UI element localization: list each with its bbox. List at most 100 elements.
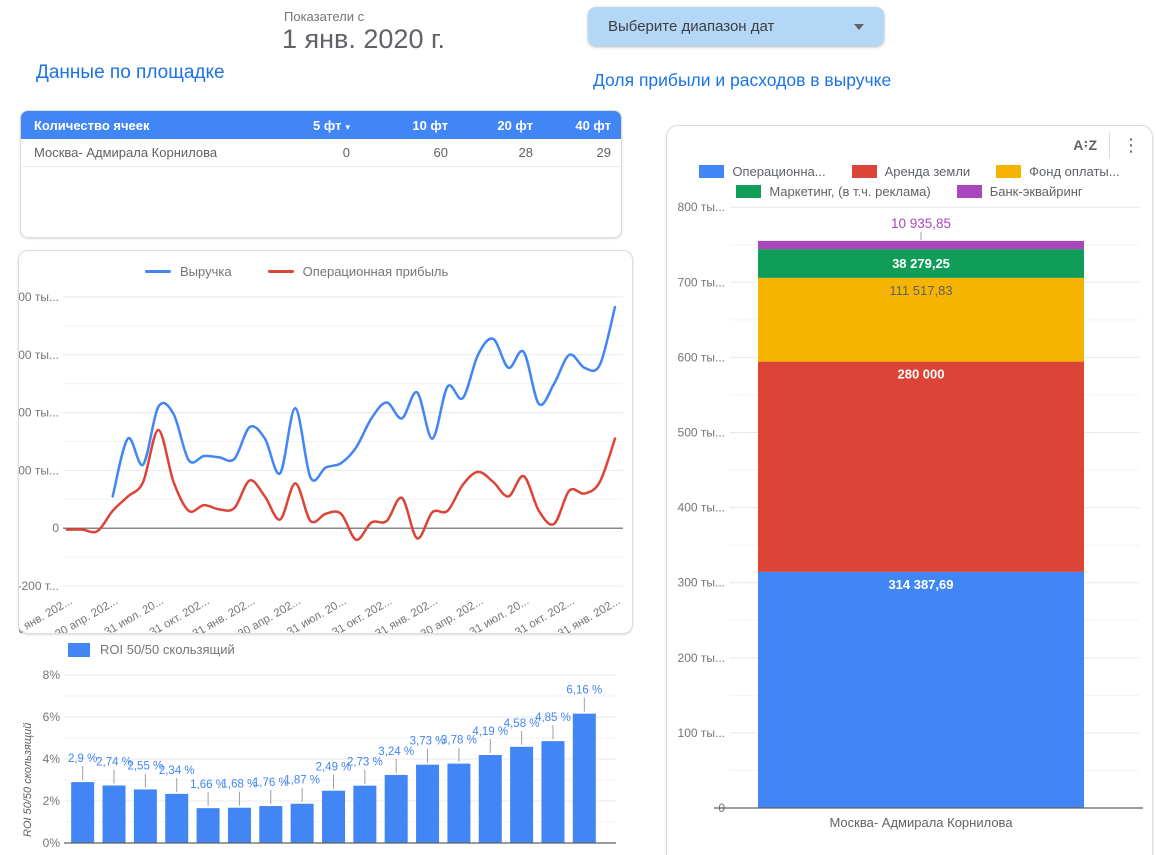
roi-bar-chart[interactable]: 8%6%4%2%0%2,9 %2,74 %2,55 %2,34 %1,66 %1… (20, 637, 636, 855)
table-header-cell[interactable]: Количество ячеек (21, 118, 272, 133)
segment-label: 38 279,25 (892, 256, 950, 271)
segment-label: 111 517,83 (889, 283, 952, 298)
table-header-row: Количество ячеек 5 фт ▾ 10 фт 20 фт 40 фт (21, 111, 621, 139)
roi-bar (290, 803, 314, 843)
roi-legend-swatch (68, 642, 90, 657)
roi-bar (322, 790, 345, 843)
svg-text:6%: 6% (43, 710, 61, 724)
roi-bar (165, 793, 189, 843)
table-header-cell[interactable]: 5 фт ▾ (272, 118, 360, 133)
roi-bar (541, 741, 565, 843)
line-chart-legend: Выручка Операционная прибыль (145, 264, 448, 279)
metrics-date: 1 янв. 2020 г. (282, 24, 446, 54)
x-axis-category-label: Москва- Адмирала Корнилова (829, 815, 1013, 830)
legend-swatch (996, 165, 1022, 178)
section-title-right: Доля прибыли и расходов в выручке (593, 70, 892, 90)
revenue-profit-line-chart[interactable]: 800 ты... 600 ты... 400 ты... 200 ты... 0 -20… (19, 251, 632, 633)
legend-item[interactable]: Выручка (145, 264, 232, 279)
svg-text:600 ты...: 600 ты... (19, 348, 59, 362)
stacked-segment (758, 361, 1084, 572)
roi-bar (133, 789, 157, 843)
svg-text:700 ты...: 700 ты... (678, 275, 725, 289)
table-header-cell[interactable]: 10 фт (360, 118, 458, 133)
legend-item[interactable]: Операционна... (699, 164, 826, 179)
roi-bar (102, 785, 126, 843)
legend-label: Операционна... (732, 164, 826, 179)
roi-bar-label: 2,73 % (347, 757, 383, 769)
svg-text:400 ты...: 400 ты... (678, 501, 725, 515)
roi-legend-item[interactable]: ROI 50/50 скользящий (68, 642, 235, 657)
svg-text:0: 0 (52, 521, 59, 535)
table-row[interactable]: Москва- Адмирала Корнилова 0 60 28 29 (21, 139, 621, 167)
sort-letter-z: Z (1088, 137, 1097, 153)
svg-text:200 ты...: 200 ты... (678, 651, 725, 665)
svg-text:-200 т...: -200 т... (19, 579, 59, 593)
date-range-button[interactable]: Выберите диапазон дат (588, 7, 884, 46)
table-cell-value: 0 (342, 145, 350, 160)
svg-text:100 ты...: 100 ты... (678, 726, 725, 740)
chevron-down-icon (854, 23, 864, 30)
roi-bar (447, 763, 471, 843)
legend-swatch (736, 185, 762, 198)
table-header-cell[interactable]: 40 фт (543, 118, 621, 133)
svg-text:300 ты...: 300 ты... (678, 576, 725, 590)
svg-text:0%: 0% (43, 836, 61, 850)
svg-text:2%: 2% (43, 794, 61, 808)
table-header-cell[interactable]: 20 фт (458, 118, 543, 133)
legend-label: Маркетинг, (в т.ч. реклама) (769, 184, 931, 199)
legend-label: Операционная прибыль (302, 264, 449, 279)
legend-label: Банк-эквайринг (989, 184, 1083, 199)
toolbar-divider (1109, 132, 1110, 158)
legend-item[interactable]: Банк-эквайринг (956, 184, 1083, 199)
stacked-bar-chart[interactable]: 800 ты... 700 ты... 600 ты... 500 ты... 400 … (667, 126, 1152, 855)
legend-line-swatch (267, 270, 294, 273)
roi-bar (510, 746, 534, 843)
roi-legend-label: ROI 50/50 скользящий (100, 642, 235, 657)
legend-swatch (851, 165, 877, 178)
legend-swatch (956, 185, 982, 198)
roi-bar (572, 713, 596, 843)
roi-bar (259, 806, 283, 843)
roi-bar-label: 1,87 % (284, 775, 320, 787)
svg-text:400 ты...: 400 ты... (19, 406, 59, 420)
roi-bar (227, 807, 251, 843)
svg-text:8%: 8% (43, 668, 61, 682)
roi-chart-region: ROI 50/50 скользящий ROI 50/50 скользящи… (20, 637, 636, 855)
sort-az-icon[interactable]: A ▴ ▾ Z (1073, 137, 1097, 153)
sort-arrows-icon: ▴ ▾ (1084, 139, 1088, 150)
table-cell-value: 29 (596, 145, 611, 160)
legend-item[interactable]: Фонд оплаты... (996, 164, 1120, 179)
section-title-left: Данные по площадке (36, 62, 225, 83)
roi-bar-label: 2,9 % (68, 753, 97, 765)
roi-bar (478, 755, 502, 843)
legend-item[interactable]: Операционная прибыль (267, 264, 449, 279)
svg-text:800 ты...: 800 ты... (678, 200, 725, 214)
stacked-segment (758, 571, 1084, 808)
stacked-segment (758, 240, 1084, 250)
series-line (111, 305, 617, 498)
legend-label: Фонд оплаты... (1029, 164, 1120, 179)
legend-item[interactable]: Маркетинг, (в т.ч. реклама) (736, 184, 931, 199)
dashboard: Показатели с 1 янв. 2020 г. Выберите диа… (0, 0, 1156, 855)
roi-bar-label: 3,24 % (378, 746, 414, 758)
roi-bar (416, 764, 440, 843)
svg-text:200 ты...: 200 ты... (19, 463, 59, 477)
table-cell-value: 28 (518, 145, 533, 160)
roi-bar-label: 4,85 % (535, 712, 571, 724)
table-body: Москва- Адмирала Корнилова 0 60 28 29 (21, 139, 621, 167)
svg-text:600 ты...: 600 ты... (678, 350, 725, 364)
legend-label: Аренда земли (884, 164, 971, 179)
svg-text:800 ты...: 800 ты... (19, 290, 59, 304)
sort-letter-a: A (1073, 137, 1084, 153)
legend-label: Выручка (180, 264, 232, 279)
segment-label: 280 000 (898, 367, 945, 382)
metrics-caption: Показатели с (284, 9, 365, 24)
cells-table-card: Количество ячеек 5 фт ▾ 10 фт 20 фт 40 фт Мос… (20, 110, 622, 238)
more-options-icon[interactable]: ⋮ (1122, 136, 1140, 154)
date-range-button-label: Выберите диапазон дат (608, 18, 775, 35)
legend-line-swatch (145, 270, 171, 273)
roi-bar-label: 2,34 % (159, 765, 195, 777)
roi-bar (196, 808, 220, 843)
legend-swatch (699, 165, 725, 178)
legend-item[interactable]: Аренда земли (851, 164, 971, 179)
